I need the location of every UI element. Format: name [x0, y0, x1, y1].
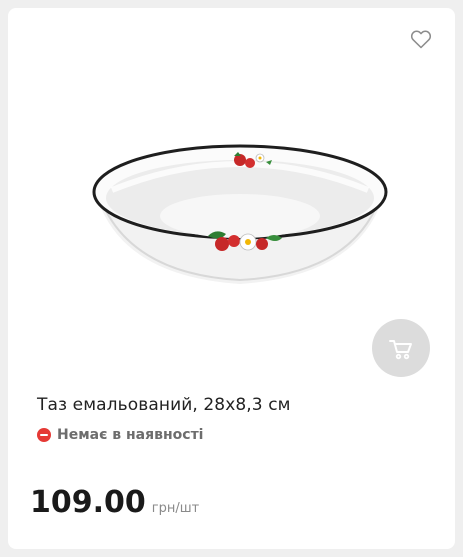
price-unit: грн/шт — [151, 501, 200, 516]
add-to-favorites-button[interactable] — [409, 27, 433, 51]
cart-icon — [389, 340, 412, 360]
price-value: 109.00 — [30, 485, 146, 520]
heart-outline-icon — [410, 30, 432, 49]
add-to-cart-button[interactable] — [372, 319, 430, 377]
stock-status-label: Немає в наявності — [57, 427, 204, 443]
minus-circle-icon — [37, 428, 51, 442]
product-card: Таз емальований, 28х8,3 см Немає в наявн… — [8, 8, 455, 549]
price: 109.00 грн/шт — [30, 485, 199, 520]
product-title[interactable]: Таз емальований, 28х8,3 см — [37, 395, 291, 415]
product-image[interactable] — [90, 136, 390, 306]
stock-status: Немає в наявності — [37, 427, 203, 443]
